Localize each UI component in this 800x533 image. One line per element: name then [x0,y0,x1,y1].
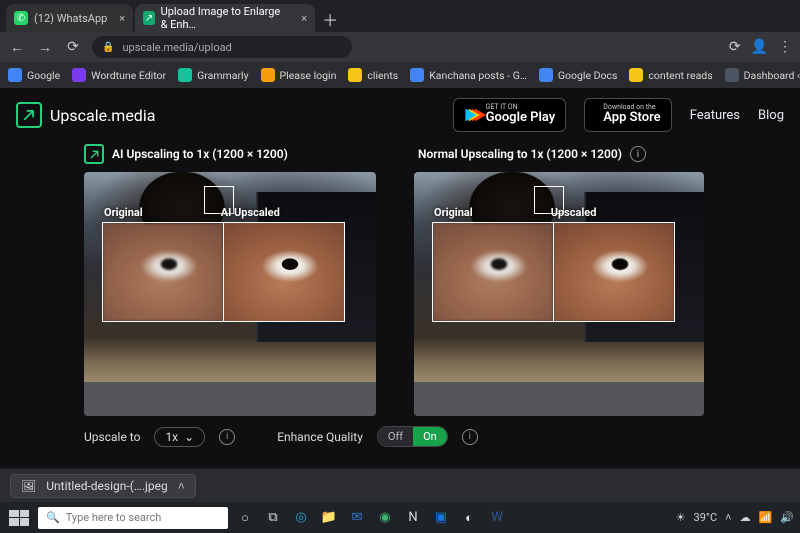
enhance-quality-label: Enhance Quality [277,430,363,444]
upscale-select[interactable]: 1x ⌄ [154,427,205,447]
download-item[interactable]: 🖼 Untitled-design-(….jpeg ˄ [10,474,196,498]
edge-icon[interactable]: ◎ [290,507,312,529]
tray-chevron-icon[interactable]: ˄ [725,511,731,524]
app-store-button[interactable]: Download on the App Store [584,98,671,132]
brand-logo[interactable]: Upscale.media [16,102,155,128]
weather-temp: 39°C [694,511,718,524]
enhance-toggle[interactable]: Off On [377,426,448,447]
zoom-label-ai-upscaled: AI Upscaled [221,206,280,219]
zoom-label-upscaled: Upscaled [551,206,597,219]
whatsapp-icon: ✆ [14,11,28,25]
bookmark-grammarly[interactable]: Grammarly [178,68,248,82]
info-icon[interactable]: i [462,429,478,445]
brand-name: Upscale.media [50,106,155,125]
zoom-upscaled [553,222,675,322]
onedrive-icon[interactable]: ☁ [740,511,751,524]
system-tray[interactable]: ☀ 39°C ˄ ☁ 📶 🔊 [676,511,794,524]
address-bar[interactable]: 🔒 upscale.media/upload [92,36,352,58]
reload-icon[interactable]: ⟳ [64,39,82,55]
bookmark-wordtune[interactable]: Wordtune Editor [72,68,166,82]
forward-icon[interactable]: → [36,39,54,56]
download-filename: Untitled-design-(….jpeg [46,479,167,493]
logo-mark-icon [16,102,42,128]
chevron-down-icon: ⌄ [184,430,194,444]
browser-tab-upscale[interactable]: ↗ Upload Image to Enlarge & Enh… × [135,4,315,32]
weather-icon: ☀ [676,511,686,524]
notion-icon[interactable]: N [402,507,424,529]
chrome-icon[interactable]: ◐ [458,507,480,529]
volume-icon[interactable]: 🔊 [780,511,794,524]
bookmark-content-reads[interactable]: content reads [629,68,712,82]
nav-features[interactable]: Features [690,108,740,123]
normal-panel: Original Upscaled [414,172,704,416]
browser-tab-strip: ✆ (12) WhatsApp × ↗ Upload Image to Enla… [0,0,800,32]
file-explorer-icon[interactable]: 📁 [318,507,340,529]
bookmark-clients[interactable]: clients [348,68,398,82]
logo-mark-icon [84,144,104,164]
zoom-label-original: Original [434,206,473,219]
info-icon[interactable]: i [219,429,235,445]
controls-row: Upscale to 1x ⌄ i Enhance Quality Off On… [84,426,800,447]
tab-title: Upload Image to Enlarge & Enh… [161,5,290,31]
mail-icon[interactable]: ✉ [346,507,368,529]
ai-panel: Original AI Upscaled [84,172,376,416]
bookmarks-bar: Google Wordtune Editor Grammarly Please … [0,62,800,88]
ai-heading: AI Upscaling to 1x (1200 × 1200) [84,144,376,164]
windows-taskbar: 🔍 Type here to search ○ ⧉ ◎ 📁 ✉ ◉ N ▣ ◐ … [0,502,800,533]
bookmark-dashboard[interactable]: Dashboard ‹ — Wo… [725,68,800,82]
zoom-icon[interactable]: ▣ [430,507,452,529]
bookmark-google[interactable]: Google [8,68,60,82]
image-file-icon: 🖼 [21,479,36,493]
bookmark-google-docs[interactable]: Google Docs [539,68,618,82]
url-text: upscale.media/upload [122,41,231,54]
chevron-up-icon[interactable]: ˄ [178,479,185,493]
upscale-icon: ↗ [143,11,154,25]
google-play-button[interactable]: GET IT ON Google Play [453,98,567,132]
nav-blog[interactable]: Blog [758,108,784,123]
cortana-icon[interactable]: ○ [234,507,256,529]
close-icon[interactable]: × [301,12,307,25]
browser-tab-whatsapp[interactable]: ✆ (12) WhatsApp × [6,4,133,32]
bookmark-please-login[interactable]: Please login [261,68,337,82]
zoom-original [432,222,554,322]
normal-heading: Normal Upscaling to 1x (1200 × 1200) i [418,146,646,162]
profile-icon[interactable]: 👤 [751,39,768,55]
lock-icon: 🔒 [102,42,114,53]
start-button[interactable] [6,507,32,529]
zoom-ai-upscaled [223,222,345,322]
zoom-comparison [432,222,675,322]
word-icon[interactable]: W [486,507,508,529]
site-header: Upscale.media GET IT ON Google Play Down… [0,88,800,142]
close-icon[interactable]: × [119,12,125,25]
new-tab-button[interactable]: ＋ [317,6,343,32]
taskbar-search[interactable]: 🔍 Type here to search [38,507,228,529]
wifi-icon[interactable]: 📶 [759,511,773,524]
page-content: AI Upscaling to 1x (1200 × 1200) Normal … [0,142,800,468]
search-icon: 🔍 [46,511,60,524]
zoom-original [102,222,224,322]
bookmark-kanchana[interactable]: Kanchana posts - G… [410,68,527,82]
back-icon[interactable]: ← [8,39,26,56]
browser-toolbar: ← → ⟳ 🔒 upscale.media/upload ⟳ 👤 ⋮ [0,32,800,62]
zoom-label-original: Original [104,206,143,219]
task-view-icon[interactable]: ⧉ [262,507,284,529]
info-icon[interactable]: i [630,146,646,162]
evernote-icon[interactable]: ◉ [374,507,396,529]
search-placeholder: Type here to search [66,511,162,524]
upscale-to-label: Upscale to [84,430,140,444]
downloads-shelf: 🖼 Untitled-design-(….jpeg ˄ [0,468,800,502]
zoom-comparison [102,222,345,322]
update-icon[interactable]: ⟳ [729,39,741,55]
google-play-icon [465,109,476,122]
tab-title: (12) WhatsApp [34,12,107,25]
kebab-menu-icon[interactable]: ⋮ [778,39,792,55]
